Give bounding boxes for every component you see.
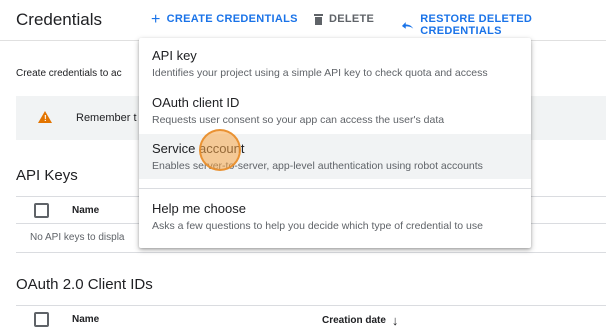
create-credentials-menu: API key Identifies your project using a … [139,38,531,248]
menu-item-description: Identifies your project using a simple A… [152,67,488,79]
menu-divider [139,188,531,189]
menu-item-service-account[interactable]: Service account Enables server-to-server… [139,134,531,179]
menu-item-description: Requests user consent so your app can ac… [152,114,445,126]
create-credentials-label: CREATE CREDENTIALS [166,13,298,25]
oauth-header-top-border [16,305,606,306]
create-credentials-button[interactable]: + CREATE CREDENTIALS [151,10,298,28]
menu-item-api-key[interactable]: API key Identifies your project using a … [139,48,531,88]
oauth-select-all-checkbox[interactable] [34,312,49,327]
api-keys-title: API Keys [16,167,78,184]
oauth-name-header[interactable]: Name [72,314,99,325]
api-keys-table-bottom-border [16,252,606,253]
api-keys-empty-message: No API keys to displa [30,232,125,243]
menu-item-help-me-choose[interactable]: Help me choose Asks a few questions to h… [139,201,531,241]
oauth-creation-date-header[interactable]: Creation date ↓ [322,313,398,328]
trash-icon [314,13,323,25]
sort-descending-icon: ↓ [391,313,399,328]
banner-text: Remember t [76,112,137,124]
menu-item-oauth-client-id[interactable]: OAuth client ID Requests user consent so… [139,95,531,135]
oauth-client-ids-title: OAuth 2.0 Client IDs [16,276,153,293]
intro-text: Create credentials to ac [16,68,122,79]
api-keys-select-all-checkbox[interactable] [34,203,49,218]
page-title: Credentials [16,10,102,29]
restore-label: RESTORE DELETED CREDENTIALS [420,13,533,37]
menu-item-title: OAuth client ID [152,95,240,110]
restore-deleted-credentials-button[interactable]: RESTORE DELETED CREDENTIALS [401,13,606,37]
api-keys-name-header[interactable]: Name [72,205,99,216]
creation-date-label: Creation date [322,315,386,326]
cursor-highlight [199,129,241,171]
menu-item-description: Asks a few questions to help you decide … [152,220,483,232]
menu-item-title: Help me choose [152,201,246,216]
delete-button[interactable]: DELETE [314,13,374,25]
undo-arrow-icon [401,22,414,29]
warning-exclamation: ! [44,114,47,123]
delete-label: DELETE [329,13,375,25]
plus-icon: + [151,10,161,28]
menu-item-title: API key [152,48,197,63]
